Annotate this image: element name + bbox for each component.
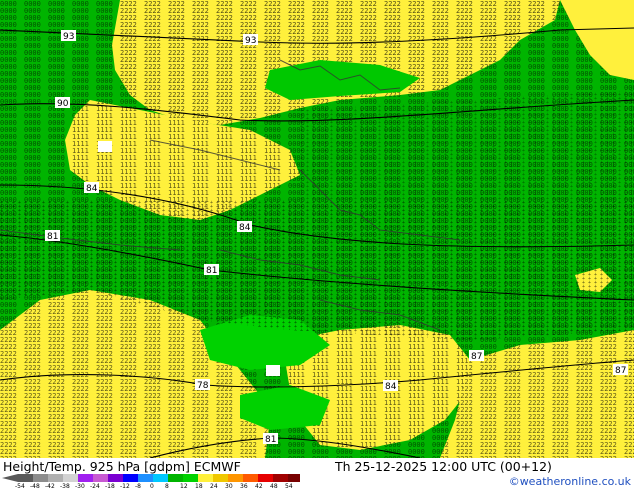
legend-swatch xyxy=(33,474,48,482)
legend-swatch xyxy=(288,474,300,482)
legend-tick: 48 xyxy=(270,483,278,490)
legend-tick: 54 xyxy=(285,483,293,490)
map-panel: 1111 2222 0000 + xyxy=(0,0,634,458)
legend-swatch xyxy=(258,474,273,482)
contour-label: 84 xyxy=(86,184,98,194)
white-patch-1 xyxy=(98,141,112,152)
legend-tick: 8 xyxy=(165,483,169,490)
contour-label: 87 xyxy=(615,366,626,376)
legend-swatch xyxy=(78,474,93,482)
legend-swatch xyxy=(153,474,168,482)
contour-label: 90 xyxy=(57,99,69,109)
legend-tick: -48 xyxy=(30,483,40,490)
contour-label: 87 xyxy=(471,352,482,362)
contour-label: 84 xyxy=(239,223,251,233)
contour-label: 81 xyxy=(206,266,217,276)
legend-swatch xyxy=(168,474,183,482)
legend-swatch xyxy=(198,474,213,482)
legend-swatch xyxy=(123,474,138,482)
legend-swatch xyxy=(48,474,63,482)
legend-swatch xyxy=(273,474,288,482)
contour-label: 84 xyxy=(385,382,397,392)
legend-tick: -42 xyxy=(45,483,55,490)
white-patch-2 xyxy=(266,365,280,376)
legend-swatch xyxy=(108,474,123,482)
legend-swatch xyxy=(228,474,243,482)
legend-tick: 36 xyxy=(240,483,248,490)
contour-label: 93 xyxy=(63,32,74,42)
legend-tick: 18 xyxy=(195,483,203,490)
credit-link[interactable]: ©weatheronline.co.uk xyxy=(509,475,631,488)
legend-tick: -54 xyxy=(15,483,25,490)
legend-tick: -24 xyxy=(90,483,100,490)
contour-label: 81 xyxy=(265,435,276,445)
legend-tick: 42 xyxy=(255,483,263,490)
legend-tick: -18 xyxy=(105,483,115,490)
legend-tick: -8 xyxy=(135,483,141,490)
contour-label: 93 xyxy=(245,36,256,46)
legend-tick: 30 xyxy=(225,483,233,490)
valid-time: Th 25-12-2025 12:00 UTC (00+12) xyxy=(335,459,552,474)
contour-label: 78 xyxy=(197,381,209,391)
legend-tick: -30 xyxy=(75,483,85,490)
legend-tick: -38 xyxy=(60,483,70,490)
legend-arrow-left xyxy=(2,474,18,482)
legend-swatch xyxy=(138,474,153,482)
legend-swatch xyxy=(63,474,78,482)
legend-swatch xyxy=(213,474,228,482)
legend-tick: -12 xyxy=(120,483,130,490)
legend-tick: 24 xyxy=(210,483,218,490)
legend-swatch xyxy=(18,474,33,482)
legend-swatch xyxy=(183,474,198,482)
legend-swatch xyxy=(243,474,258,482)
legend-swatch xyxy=(93,474,108,482)
footer-bar: Height/Temp. 925 hPa [gdpm] ECMWF Th 25-… xyxy=(0,458,634,490)
legend-tick: 0 xyxy=(150,483,154,490)
weather-map: 1111 2222 0000 + xyxy=(0,0,634,458)
contour-label: 81 xyxy=(47,232,58,242)
legend-tick: 12 xyxy=(180,483,188,490)
